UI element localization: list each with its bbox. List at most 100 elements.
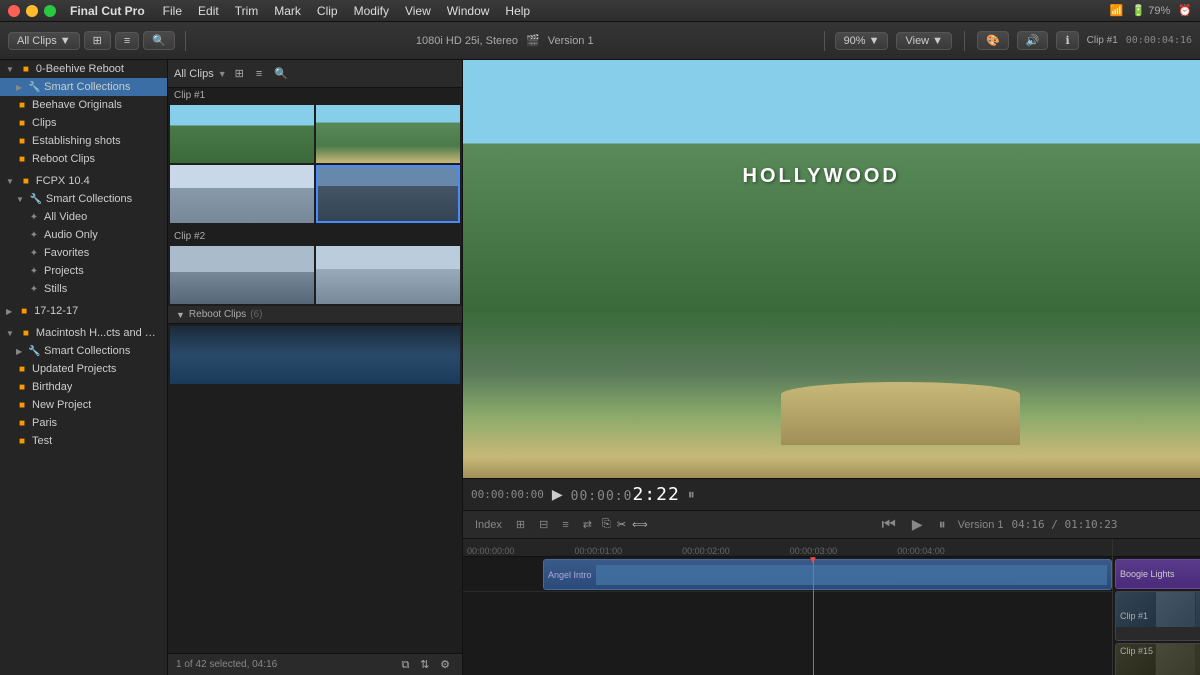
menu-file[interactable]: File [163,4,182,18]
play-btn-tl[interactable]: ▶ [908,514,927,535]
sidebar-item-updated-projects[interactable]: ■ Updated Projects [0,360,167,378]
insp-audio-btn[interactable]: 🔊 [1017,31,1049,50]
toolbar-right: 90% ▼ View ▼ 🎨 🔊 ℹ Clip #1 00:00:04:16 [835,31,1192,51]
pause-icon[interactable]: ⏸ [688,486,695,503]
thumb-1[interactable] [170,105,314,163]
tl-role-btn[interactable]: ≡ [558,517,572,533]
play-icon[interactable]: ▶ [552,486,563,503]
sidebar-item-clips[interactable]: ■ Clips [0,114,167,132]
sidebar-item-all-video[interactable]: ✦ All Video [0,208,167,226]
sidebar-item-paris[interactable]: ■ Paris [0,414,167,432]
boogie-lights-clip[interactable]: Boogie Lights [1115,559,1200,589]
select-tool-icon[interactable]: ⎘ [602,518,611,531]
index-tab-btn[interactable]: Index [471,517,506,533]
menu-modify[interactable]: Modify [354,4,389,18]
menu-edit[interactable]: Edit [198,4,219,18]
range-tool-icon[interactable]: ⟺ [632,518,648,531]
tl-angle-btn[interactable]: ⊟ [535,516,552,533]
sidebar-item-birthday[interactable]: ■ Birthday [0,378,167,396]
browser-panel: All Clips ▼ ⊞ ≡ 🔍 Clip #1 [168,60,463,675]
menu-clip[interactable]: Clip [317,4,338,18]
browser-search-btn[interactable]: 🔍 [270,65,292,82]
sidebar-item-smart-collections2[interactable]: ▼ 🔧 Smart Collections [0,190,167,208]
browser-filter-btn[interactable]: ⧉ [397,657,413,674]
thumb-2[interactable] [316,105,460,163]
sidebar-item-projects[interactable]: ✦ Projects [0,262,167,280]
menu-bar: File Edit Trim Mark Clip Modify View Win… [163,4,530,18]
sidebar-item-new-project[interactable]: ■ New Project [0,396,167,414]
insp-info-btn[interactable]: ℹ [1056,31,1078,50]
playhead[interactable] [813,557,814,675]
maximize-button[interactable] [44,5,56,17]
clip-dropdown-btn[interactable]: All Clips ▼ [8,32,80,50]
search-btn[interactable]: 🔍 [143,31,175,50]
reboot-section-header[interactable]: ▼ Reboot Clips (6) [168,306,462,324]
sidebar-item-establishing-shots[interactable]: ■ Establishing shots [0,132,167,150]
menu-view[interactable]: View [405,4,431,18]
audio-only-icon: ✦ [28,229,40,241]
blade-tool-icon[interactable]: ✂ [617,518,626,531]
angel-intro-clip[interactable]: Angel Intro [543,559,1112,590]
updated-projects-label: Updated Projects [32,363,116,375]
browser-sort-btn[interactable]: ⇅ [416,656,433,673]
menu-trim[interactable]: Trim [235,4,259,18]
beehave-originals-label: Beehave Originals [32,99,122,111]
stills-icon: ✦ [28,283,40,295]
tl-clip-view-btn[interactable]: ⊞ [512,516,529,533]
pause-btn-tl[interactable]: ⏸ [935,514,950,535]
sidebar-item-macintosh[interactable]: ▼ ■ Macintosh H...cts and events [0,324,167,342]
timeline-right-track: Boogie Lights Clip #1 [1113,539,1200,675]
menu-window[interactable]: Window [447,4,490,18]
minimize-button[interactable] [26,5,38,17]
sc3-icon: 🔧 [28,345,40,357]
sidebar-item-date[interactable]: ▶ ■ 17-12-17 [0,302,167,320]
hollywood-sign-text: HOLLYWOOD [743,165,900,188]
sidebar-item-stills[interactable]: ✦ Stills [0,280,167,298]
sidebar-item-test[interactable]: ■ Test [0,432,167,450]
favorites-label: Favorites [44,247,89,259]
thumb-3[interactable] [170,165,314,223]
browser-action-btn[interactable]: ⚙ [436,656,454,673]
sidebar-item-smart-collections3[interactable]: ▶ 🔧 Smart Collections [0,342,167,360]
play-prev-btn[interactable]: ⏮ [877,514,899,536]
sidebar-item-beehave-originals[interactable]: ■ Beehave Originals [0,96,167,114]
fcpx-icon: ■ [20,175,32,187]
close-button[interactable] [8,5,20,17]
timeline-area: Index ⊞ ⊟ ≡ ⇄ ⎘ ✂ ⟺ ⏮ ▶ ⏸ Version 1 [463,510,1200,675]
thumb-4[interactable] [316,165,460,223]
clip2-label: Clip #2 [168,229,462,244]
clip1-film-strip[interactable]: Clip #1 [1115,591,1200,641]
clip-dropdown-label: All Clips [17,35,57,47]
macintosh-label: Macintosh H...cts and events [36,327,161,339]
view-btn[interactable]: View ▼ [896,32,952,50]
menu-mark[interactable]: Mark [274,4,301,18]
insp-video-btn[interactable]: 🎨 [977,31,1009,50]
sidebar-item-audio-only[interactable]: ✦ Audio Only [0,226,167,244]
reboot-section-label: Reboot Clips [189,309,246,320]
timeline-time: 04:16 / 01:10:23 [1012,518,1118,531]
new-proj-icon: ■ [16,399,28,411]
viewer-content[interactable]: HOLLYWOOD [463,60,1200,478]
grid-view-btn[interactable]: ⊞ [84,31,111,50]
thumb-5[interactable] [170,246,314,304]
browser-grid-btn[interactable]: ⊞ [231,65,248,82]
sidebar-item-favorites[interactable]: ✦ Favorites [0,244,167,262]
browser-list-btn[interactable]: ≡ [252,66,266,82]
tl-arrows-btn[interactable]: ⇄ [579,516,596,533]
sidebar-item-fcpx[interactable]: ▼ ■ FCPX 10.4 [0,172,167,190]
reboot-thumb-1[interactable] [170,326,460,384]
sidebar-item-reboot-clips[interactable]: ■ Reboot Clips [0,150,167,168]
sidebar-item-library[interactable]: ▼ ■ 0-Beehive Reboot [0,60,167,78]
timeline-ruler-right [1113,539,1200,557]
folder3-icon: ■ [16,153,28,165]
list-view-btn[interactable]: ≡ [115,32,139,50]
clip15-film-strip[interactable]: Clip #15 [1115,643,1200,675]
frame-3 [1196,591,1200,627]
sidebar-item-smart-collections[interactable]: ▶ 🔧 Smart Collections [0,78,167,96]
thumb-6[interactable] [316,246,460,304]
zoom-btn[interactable]: 90% ▼ [835,32,889,50]
reboot-clips-label: Reboot Clips [32,153,95,165]
browser-title-label: All Clips [174,68,214,80]
menu-help[interactable]: Help [505,4,530,18]
library-icon: ■ [20,63,32,75]
